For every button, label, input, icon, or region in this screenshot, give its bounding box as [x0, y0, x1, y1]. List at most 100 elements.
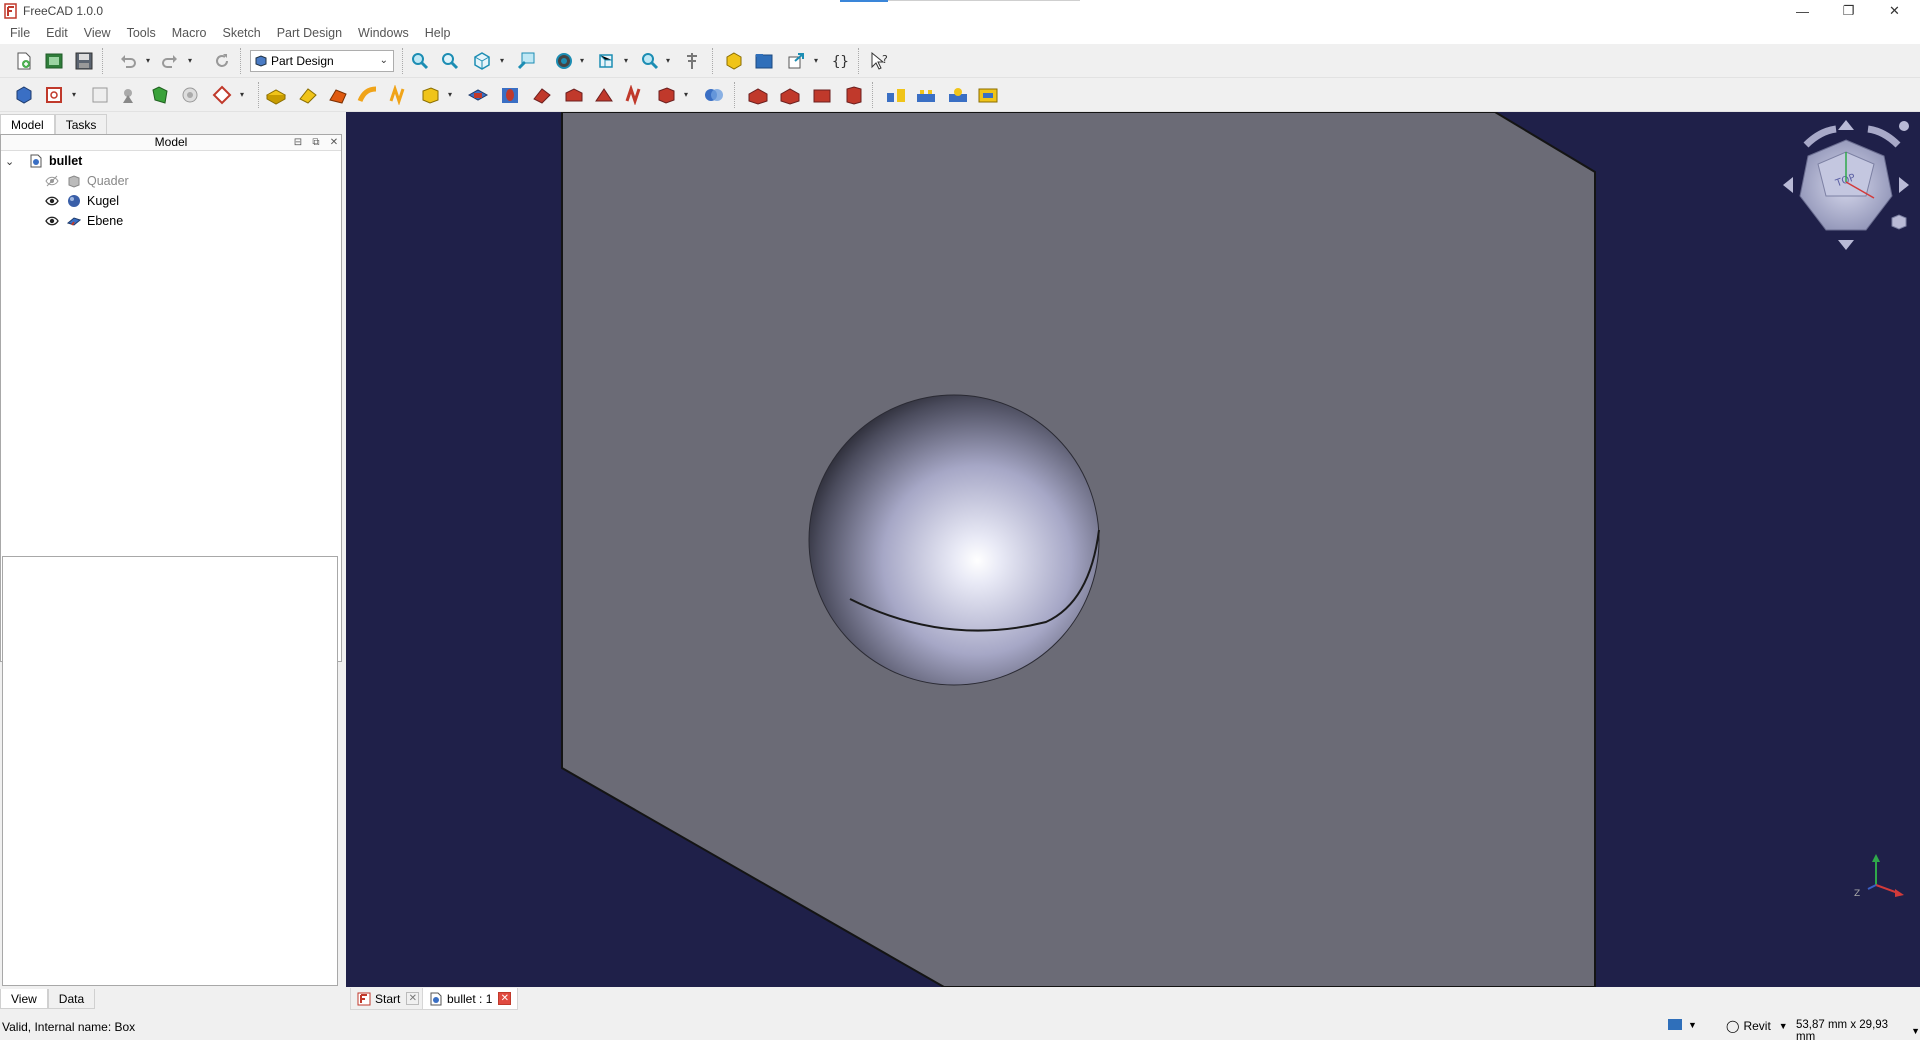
nav-arrow-down-icon[interactable]	[1838, 240, 1854, 250]
create-group-icon[interactable]	[752, 49, 776, 73]
eye-icon[interactable]	[45, 195, 59, 207]
tree-item-ebene[interactable]: Ebene	[45, 211, 123, 231]
3d-viewport[interactable]: TOP Z	[346, 112, 1920, 987]
tab-tasks[interactable]: Tasks	[54, 114, 108, 134]
menu-help[interactable]: Help	[417, 22, 459, 44]
view-box-dropdown-icon[interactable]: ▾	[624, 57, 632, 65]
tab-view[interactable]: View	[0, 989, 48, 1009]
dimensions-readout[interactable]: 53,87 mm x 29,93 mm ▼	[1796, 1019, 1920, 1040]
tab-data[interactable]: Data	[47, 989, 96, 1009]
sketch-icon[interactable]	[42, 83, 66, 107]
polar-pattern-icon[interactable]	[946, 83, 970, 107]
doc-tab-start[interactable]: Start ✕	[350, 988, 427, 1010]
save-icon[interactable]	[72, 49, 96, 73]
multi-transform-icon[interactable]	[976, 83, 1000, 107]
revolution-icon[interactable]	[296, 83, 320, 107]
view-mode-selector[interactable]: ▼	[1668, 1019, 1697, 1030]
restore-button[interactable]: ❐	[1826, 0, 1871, 22]
tab-model[interactable]: Model	[0, 114, 55, 134]
subtractive-loft-icon[interactable]	[562, 83, 586, 107]
subtractive-primitive-dropdown-icon[interactable]: ▾	[684, 91, 692, 99]
link-dropdown-icon[interactable]: ▾	[814, 57, 822, 65]
std-views-dropdown-icon[interactable]: ▾	[500, 57, 508, 65]
shape-binder-icon[interactable]	[148, 83, 172, 107]
new-document-icon[interactable]	[12, 49, 36, 73]
additive-pipe-icon[interactable]	[356, 83, 380, 107]
boolean-icon[interactable]	[702, 83, 726, 107]
subtractive-box-icon[interactable]	[654, 83, 678, 107]
navigation-style-selector[interactable]: ◯ Revit ▼	[1726, 1019, 1788, 1033]
subtractive-helix-icon[interactable]	[622, 83, 646, 107]
link-icon[interactable]	[784, 49, 808, 73]
navigation-cube[interactable]: TOP	[1783, 120, 1909, 250]
thickness-icon[interactable]	[842, 83, 866, 107]
nav-arrow-right-icon[interactable]	[1899, 177, 1909, 193]
small-cube-icon[interactable]	[1891, 214, 1907, 230]
refresh-icon[interactable]	[210, 49, 234, 73]
menu-tools[interactable]: Tools	[119, 22, 164, 44]
fit-all-icon[interactable]	[408, 49, 432, 73]
menu-part-design[interactable]: Part Design	[269, 22, 350, 44]
pocket-icon[interactable]	[466, 83, 490, 107]
eye-icon[interactable]	[45, 215, 59, 227]
workbench-selector[interactable]: Part Design ⌄	[250, 50, 394, 72]
rotate-left-icon[interactable]	[1803, 125, 1837, 148]
validate-sketch-icon[interactable]	[88, 83, 112, 107]
collapse-icon[interactable]: ⊟	[291, 136, 305, 150]
close-tab-icon[interactable]: ✕	[406, 992, 420, 1005]
mirrored-icon[interactable]	[884, 83, 908, 107]
zoom-dropdown-icon[interactable]: ▾	[666, 57, 674, 65]
close-panel-icon[interactable]: ✕	[327, 136, 341, 150]
eye-hidden-icon[interactable]	[45, 175, 59, 187]
linear-pattern-icon[interactable]	[914, 83, 938, 107]
chamfer-icon[interactable]	[778, 83, 802, 107]
additive-primitive-dropdown-icon[interactable]: ▾	[448, 91, 456, 99]
measure-icon[interactable]	[514, 49, 538, 73]
sketch-dropdown-icon[interactable]: ▾	[72, 91, 80, 99]
nav-arrow-up-icon[interactable]	[1838, 120, 1854, 130]
clone-icon[interactable]	[116, 83, 140, 107]
isometric-view-icon[interactable]	[470, 49, 494, 73]
menu-view[interactable]: View	[76, 22, 119, 44]
datum-plane-icon[interactable]	[210, 83, 234, 107]
float-panel-icon[interactable]: ⧉	[309, 136, 323, 150]
close-window-button[interactable]: ✕	[1872, 0, 1917, 22]
additive-box-icon[interactable]	[418, 83, 442, 107]
measure-distance-icon[interactable]	[680, 49, 704, 73]
menu-sketch[interactable]: Sketch	[215, 22, 269, 44]
kugel-sphere[interactable]	[808, 394, 1100, 686]
hole-icon[interactable]	[498, 83, 522, 107]
fit-selection-icon[interactable]	[438, 49, 462, 73]
undo-icon[interactable]	[116, 49, 140, 73]
groove-icon[interactable]	[530, 83, 554, 107]
tree-root-row[interactable]: ⌄ bullet	[5, 151, 82, 171]
close-tab-icon[interactable]: ✕	[498, 992, 512, 1005]
undo-dropdown-icon[interactable]: ▾	[146, 57, 154, 65]
create-part-icon[interactable]	[722, 49, 746, 73]
sub-shape-binder-icon[interactable]	[178, 83, 202, 107]
fillet-icon[interactable]	[746, 83, 770, 107]
chevron-down-icon[interactable]: ⌄	[5, 155, 17, 168]
menu-file[interactable]: File	[2, 22, 38, 44]
scene-canvas[interactable]: TOP Z	[346, 112, 1920, 987]
menu-windows[interactable]: Windows	[350, 22, 417, 44]
additive-helix-icon[interactable]	[386, 83, 410, 107]
draft-icon[interactable]	[810, 83, 834, 107]
doc-tab-bullet[interactable]: bullet : 1 ✕	[422, 988, 519, 1010]
nav-menu-dot-icon[interactable]	[1899, 121, 1909, 131]
draw-style-icon[interactable]	[552, 49, 576, 73]
menu-edit[interactable]: Edit	[38, 22, 76, 44]
redo-icon[interactable]	[158, 49, 182, 73]
open-document-icon[interactable]	[42, 49, 66, 73]
view-box-icon[interactable]	[594, 49, 618, 73]
macro-icon[interactable]: {}	[828, 49, 852, 73]
pad-icon[interactable]	[264, 83, 288, 107]
body-icon[interactable]	[12, 83, 36, 107]
zoom-icon[interactable]	[638, 49, 662, 73]
rotate-right-icon[interactable]	[1867, 125, 1901, 148]
subtractive-pipe-icon[interactable]	[592, 83, 616, 107]
draw-style-dropdown-icon[interactable]: ▾	[580, 57, 588, 65]
whats-this-icon[interactable]: ?	[868, 49, 892, 73]
additive-loft-icon[interactable]	[326, 83, 350, 107]
redo-dropdown-icon[interactable]: ▾	[188, 57, 196, 65]
